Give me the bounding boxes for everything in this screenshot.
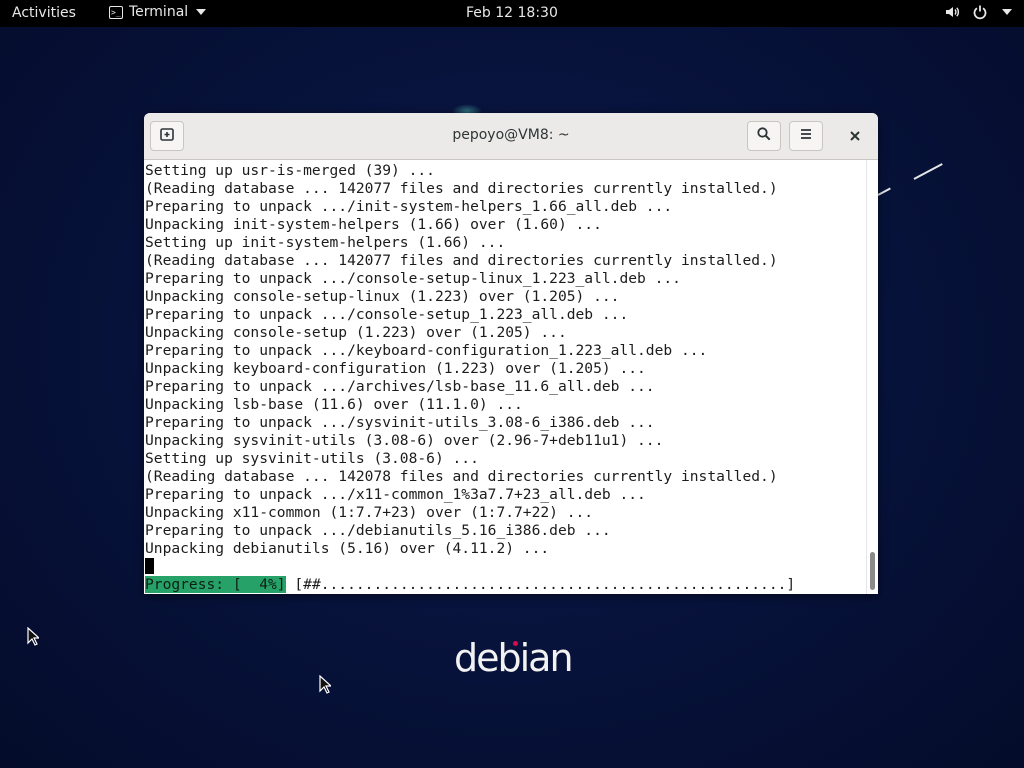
- terminal-line: Preparing to unpack .../keyboard-configu…: [145, 342, 708, 359]
- menu-button[interactable]: [789, 121, 823, 151]
- terminal-line: Setting up sysvinit-utils (3.08-6) ...: [145, 450, 479, 467]
- app-menu-label: Terminal: [129, 4, 189, 20]
- chevron-down-icon: [196, 9, 207, 15]
- progress-label: Progress: [ 4%]: [145, 576, 286, 593]
- system-tray[interactable]: [944, 4, 1012, 20]
- close-button[interactable]: [844, 125, 866, 147]
- terminal-line: Setting up usr-is-merged (39) ...: [145, 162, 435, 179]
- terminal-line: Unpacking console-setup-linux (1.223) ov…: [145, 288, 620, 305]
- terminal-app-icon: >_: [109, 5, 123, 19]
- terminal-line: Unpacking lsb-base (11.6) over (11.1.0) …: [145, 396, 523, 413]
- close-icon: [849, 127, 861, 146]
- prompt-line: [145, 558, 795, 576]
- progress-bar: [##.....................................…: [285, 576, 796, 593]
- terminal-line: Preparing to unpack .../console-setup-li…: [145, 270, 681, 287]
- terminal-line: Unpacking console-setup (1.223) over (1.…: [145, 324, 567, 341]
- top-bar: Activities >_ Terminal Feb 12 18:30: [0, 0, 1024, 27]
- wallpaper-streak: [913, 163, 943, 180]
- hamburger-menu-icon: [798, 126, 814, 146]
- terminal-line: Setting up init-system-helpers (1.66) ..…: [145, 234, 506, 251]
- chevron-down-icon: [1002, 9, 1012, 15]
- terminal-line: Unpacking keyboard-configuration (1.223)…: [145, 360, 646, 377]
- terminal-line: Preparing to unpack .../init-system-help…: [145, 198, 673, 215]
- titlebar[interactable]: pepoyo@VM8: ~: [144, 113, 878, 160]
- volume-icon: [944, 4, 960, 20]
- activities-button[interactable]: Activities: [12, 5, 76, 21]
- power-icon: [972, 4, 988, 20]
- clock[interactable]: Feb 12 18:30: [466, 5, 558, 21]
- terminal-line: (Reading database ... 142077 files and d…: [145, 180, 778, 197]
- terminal-line: Unpacking init-system-helpers (1.66) ove…: [145, 216, 602, 233]
- terminal-line: Preparing to unpack .../debianutils_5.16…: [145, 522, 611, 539]
- terminal-line: Preparing to unpack .../console-setup_1.…: [145, 306, 629, 323]
- search-button[interactable]: [747, 121, 781, 151]
- terminal-line: Unpacking x11-common (1:7.7+23) over (1:…: [145, 504, 594, 521]
- terminal-line: Preparing to unpack .../x11-common_1%3a7…: [145, 486, 646, 503]
- terminal-output[interactable]: Setting up usr-is-merged (39) ... (Readin…: [144, 160, 866, 594]
- app-menu[interactable]: >_ Terminal: [109, 4, 207, 20]
- wallpaper-streak: [877, 187, 891, 196]
- terminal-line: (Reading database ... 142077 files and d…: [145, 252, 778, 269]
- terminal-line: Preparing to unpack .../archives/lsb-bas…: [145, 378, 655, 395]
- mouse-pointer-icon: [319, 675, 331, 694]
- progress-line: Progress: [ 4%] [##.....................…: [145, 576, 795, 594]
- terminal-line: (Reading database ... 142078 files and d…: [145, 468, 778, 485]
- terminal-line: Preparing to unpack .../sysvinit-utils_3…: [145, 414, 655, 431]
- terminal-window[interactable]: pepoyo@VM8: ~ Setting up usr-is-merged (…: [144, 113, 878, 594]
- scrollbar-thumb[interactable]: [870, 552, 875, 590]
- mouse-pointer-icon: [27, 627, 39, 646]
- terminal-lines: Setting up usr-is-merged (39) ... (Readin…: [145, 162, 795, 594]
- text-cursor: [145, 558, 154, 574]
- terminal-line: Unpacking debianutils (5.16) over (4.11.…: [145, 540, 550, 557]
- terminal-line: Unpacking sysvinit-utils (3.08-6) over (…: [145, 432, 664, 449]
- scrollbar[interactable]: [866, 160, 878, 594]
- search-icon: [756, 126, 772, 146]
- debian-logo-dot: [513, 641, 518, 646]
